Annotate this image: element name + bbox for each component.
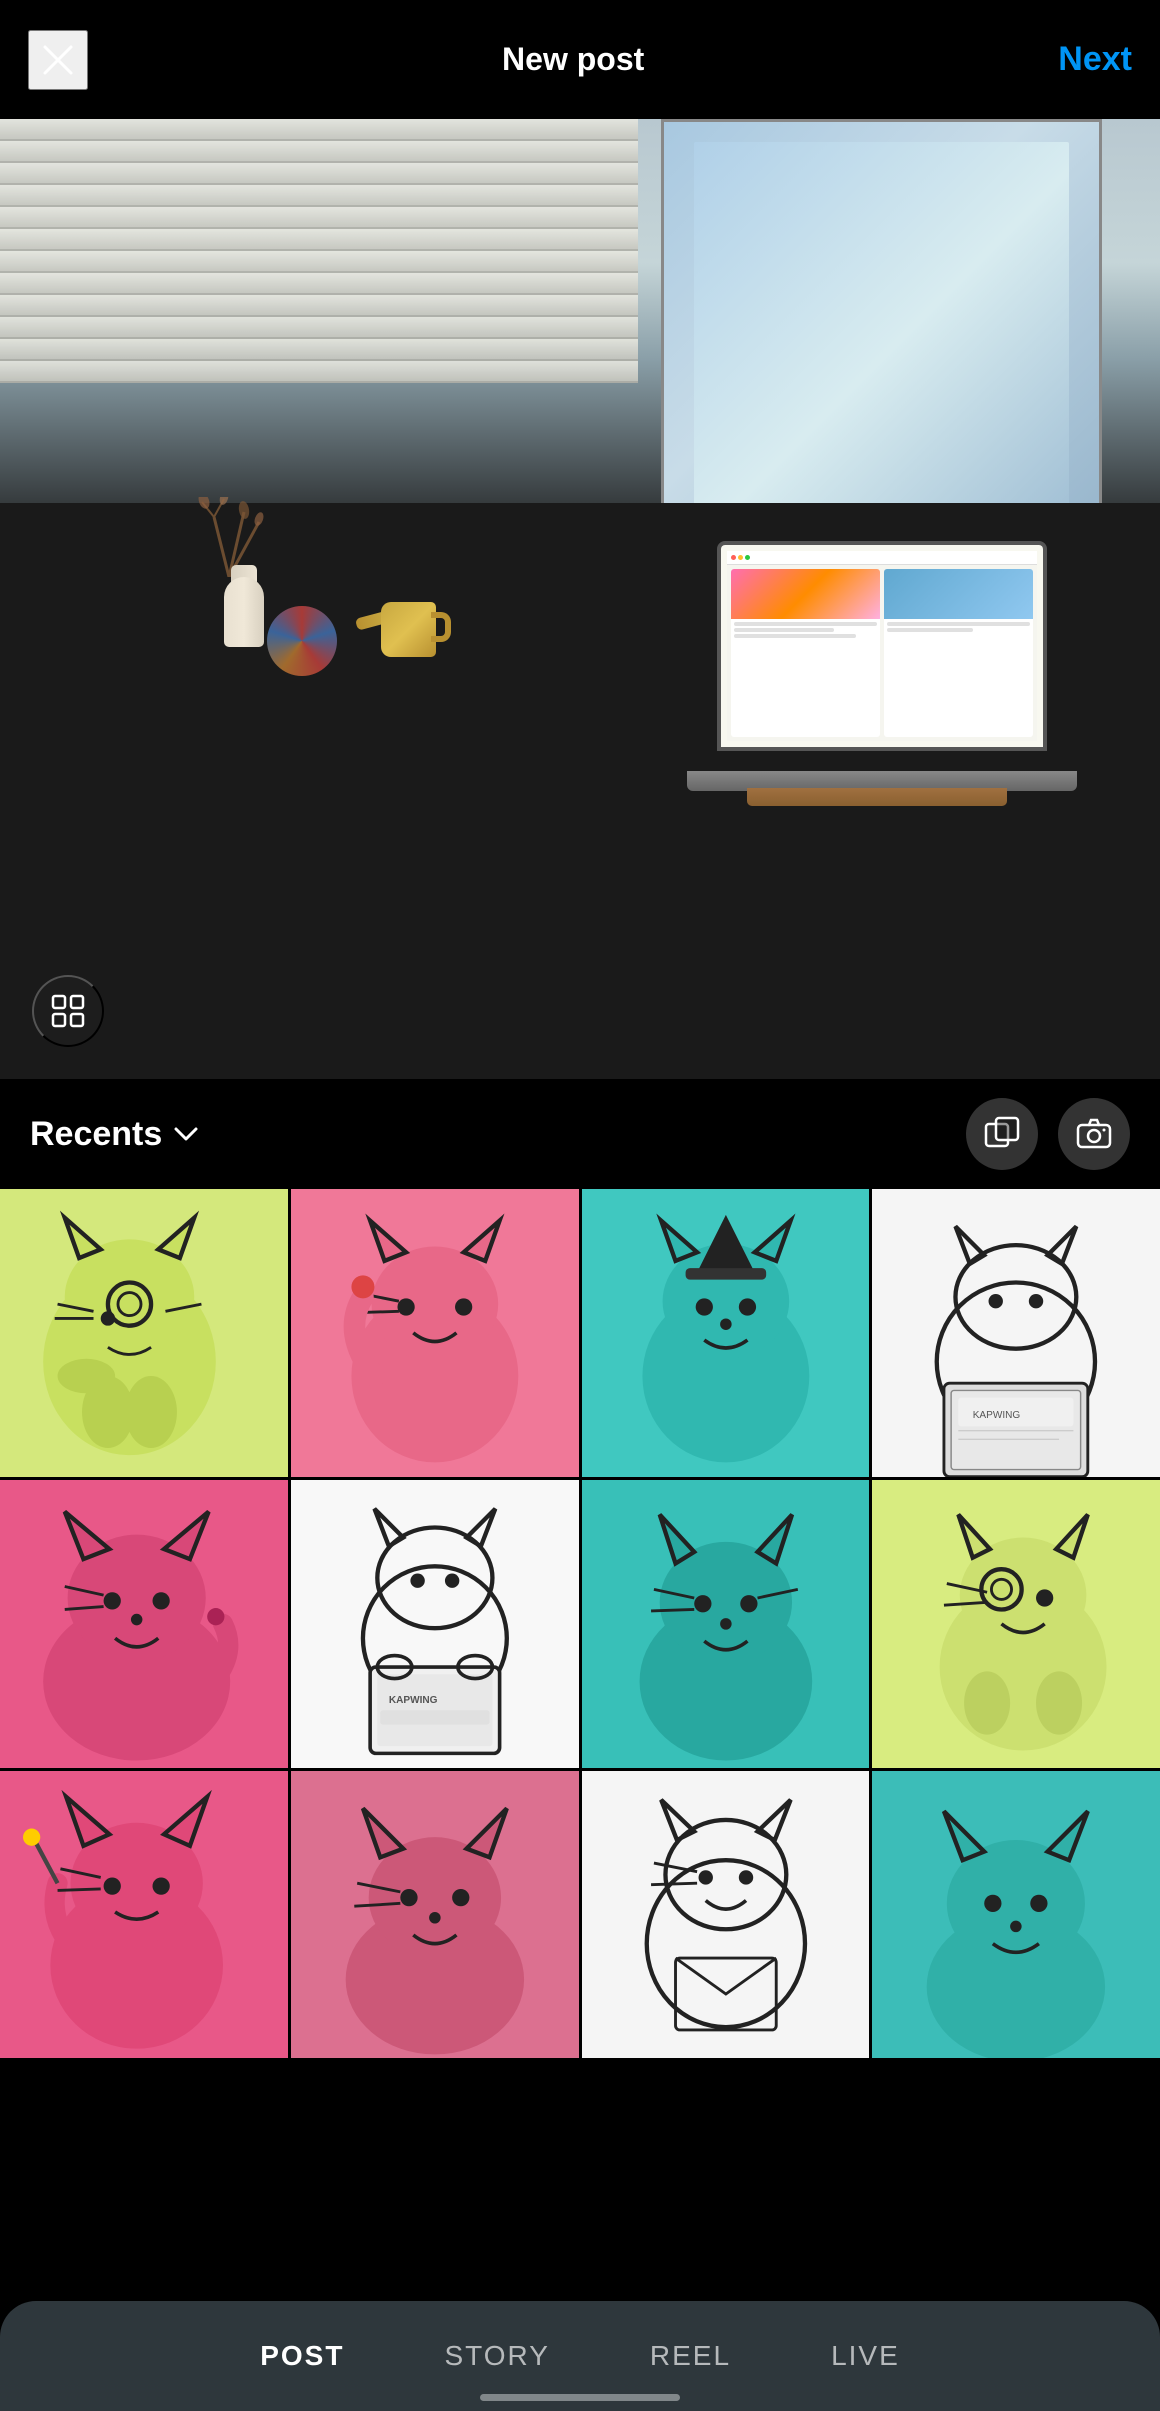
photo-cell[interactable]: KAPWING [872,1189,1160,1477]
svg-text:KAPWING: KAPWING [389,1695,438,1706]
photo-cell[interactable] [0,1480,288,1768]
photo-cell[interactable] [0,1771,288,2059]
home-indicator [480,2394,680,2401]
tab-story[interactable]: STORY [424,2330,569,2382]
preview-image-area [0,119,1160,1079]
photo-cell[interactable]: KAPWING [291,1480,579,1768]
recents-button[interactable]: Recents [30,1115,198,1154]
coaster [267,606,337,676]
preview-desk-photo [0,119,1160,1079]
multi-select-icon [984,1116,1020,1152]
photo-cell[interactable] [582,1189,870,1477]
tab-reel[interactable]: REEL [630,2330,751,2382]
svg-text:KAPWING: KAPWING [973,1410,1021,1421]
tab-live[interactable]: LIVE [811,2330,920,2382]
multi-select-button[interactable] [966,1098,1038,1170]
photo-grid: KAPWING [0,1189,1160,2058]
photo-cell[interactable] [291,1771,579,2059]
header: New post Next [0,0,1160,119]
watering-can [371,577,451,657]
page-title: New post [502,41,644,78]
photo-cell[interactable] [872,1771,1160,2059]
expand-button[interactable] [32,975,104,1047]
next-button[interactable]: Next [1058,40,1132,79]
gallery-icon-group [966,1098,1130,1170]
camera-icon [1076,1116,1112,1152]
gallery-controls: Recents [0,1079,1160,1189]
camera-button[interactable] [1058,1098,1130,1170]
photo-cell[interactable] [0,1189,288,1477]
photo-cell[interactable] [582,1480,870,1768]
photo-cell[interactable] [872,1480,1160,1768]
laptop [687,541,1067,791]
recents-label: Recents [30,1115,162,1154]
photo-cell[interactable] [291,1189,579,1477]
tab-post[interactable]: POST [240,2330,364,2382]
photo-cell[interactable] [582,1771,870,2059]
chevron-down-icon [174,1127,198,1141]
close-button[interactable] [28,30,88,90]
